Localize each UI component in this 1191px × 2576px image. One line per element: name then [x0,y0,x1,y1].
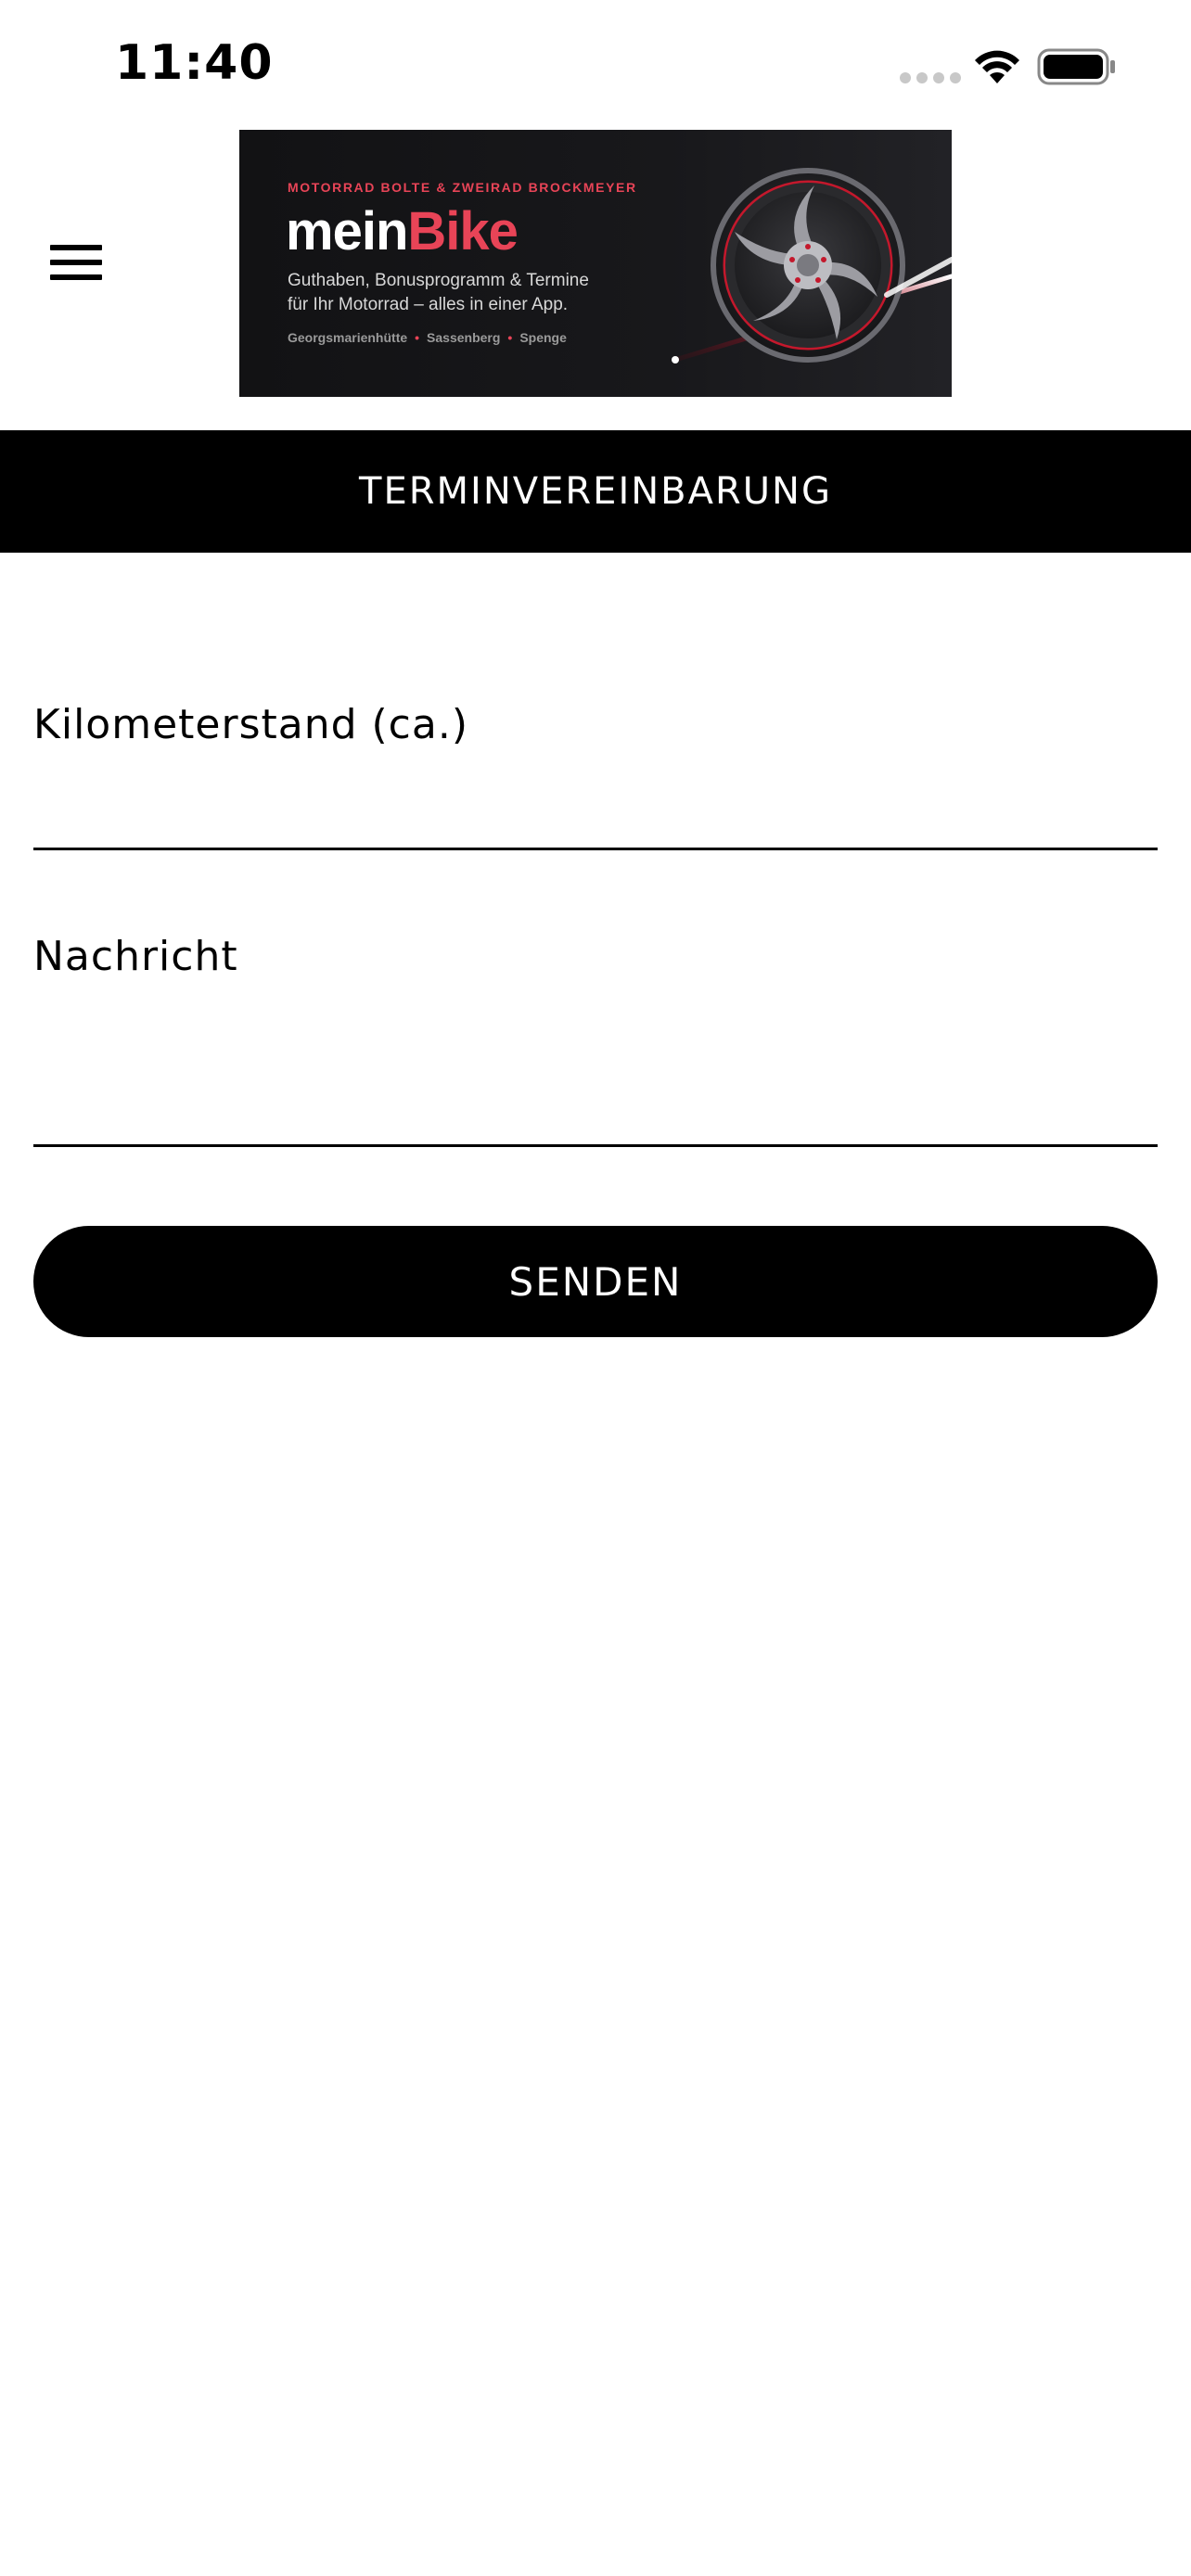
page-title: TERMINVEREINBARUNG [359,470,832,513]
hamburger-menu-icon [50,245,102,250]
cellular-signal-icon [900,72,961,83]
motorcycle-wheel-graphic [672,168,952,363]
brand-logo: meinBike [286,201,519,261]
menu-button[interactable] [50,239,104,284]
title-bar: TERMINVEREINBARUNG [0,430,1191,553]
status-bar: 11:40 [0,0,1191,130]
wifi-icon [975,50,1019,83]
banner-tagline: Guthaben, Bonusprogramm & Termine für Ih… [288,271,589,314]
mileage-label: Kilometerstand (ca.) [33,701,468,748]
mileage-input[interactable] [33,784,1158,850]
app-banner: MOTORRAD BOLTE & ZWEIRAD BROCKMEYER mein… [239,130,952,397]
message-textarea[interactable] [33,1011,1158,1147]
banner-locations: Georgsmarienhütte • Sassenberg • Spenge [288,330,567,345]
status-time: 11:40 [115,35,274,91]
banner-kicker: MOTORRAD BOLTE & ZWEIRAD BROCKMEYER [288,180,637,195]
message-label: Nachricht [33,933,238,980]
battery-icon [1037,48,1115,85]
submit-button[interactable]: SENDEN [33,1226,1158,1337]
